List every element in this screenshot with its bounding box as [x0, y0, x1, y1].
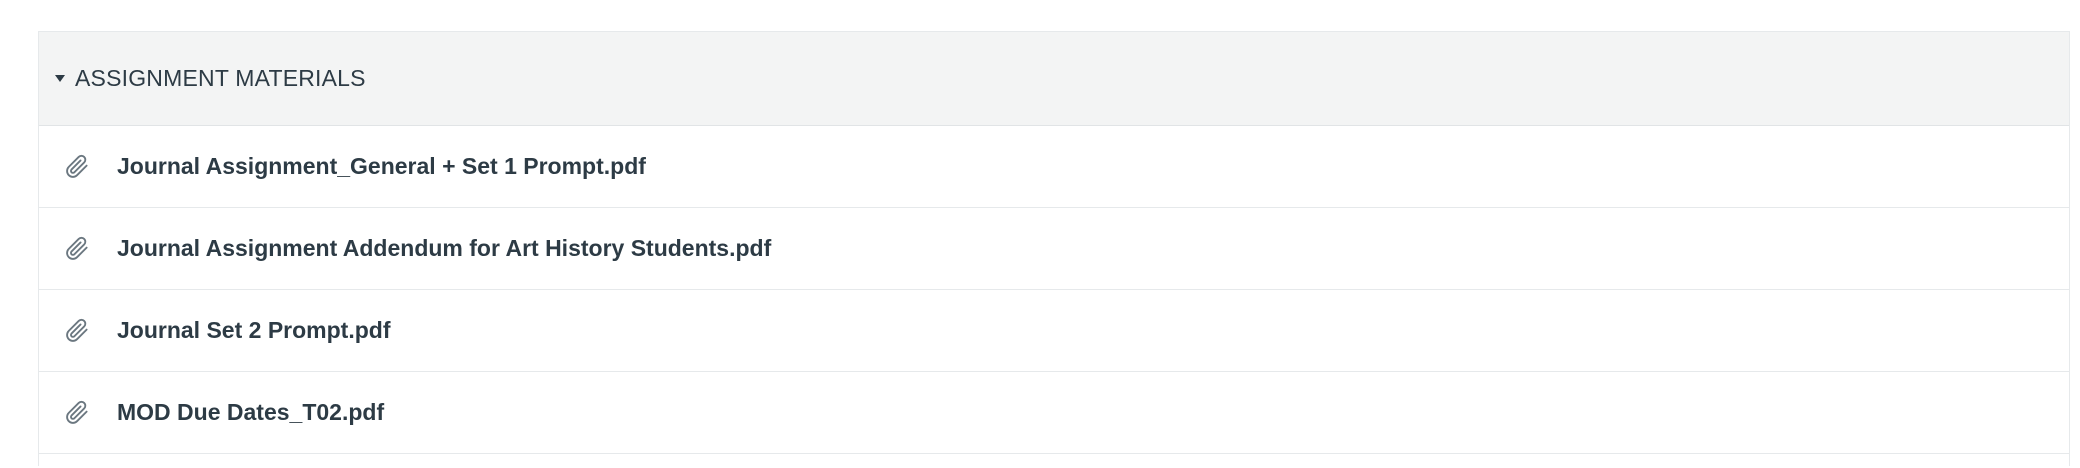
- module-item-link[interactable]: Journal Assignment Addendum for Art Hist…: [117, 235, 771, 262]
- caret-down-icon[interactable]: [55, 75, 65, 82]
- paperclip-icon: [63, 398, 93, 428]
- module-item-mod-due-dates[interactable]: MOD Due Dates_T02.pdf: [39, 372, 2069, 454]
- module-item-link[interactable]: MOD Due Dates_T02.pdf: [117, 399, 384, 426]
- module-assignment-materials: ASSIGNMENT MATERIALS Journal Assignment_…: [38, 31, 2070, 466]
- module-item-link[interactable]: Journal Set 2 Prompt.pdf: [117, 317, 390, 344]
- module-item-journal-set-2[interactable]: Journal Set 2 Prompt.pdf: [39, 290, 2069, 372]
- paperclip-icon: [63, 316, 93, 346]
- paperclip-icon: [63, 234, 93, 264]
- module-item-partial: [39, 454, 2069, 466]
- module-title: ASSIGNMENT MATERIALS: [75, 65, 366, 91]
- module-header[interactable]: ASSIGNMENT MATERIALS: [39, 32, 2069, 126]
- module-item-journal-general[interactable]: Journal Assignment_General + Set 1 Promp…: [39, 126, 2069, 208]
- paperclip-icon: [63, 152, 93, 182]
- module-item-link[interactable]: Journal Assignment_General + Set 1 Promp…: [117, 153, 646, 180]
- module-item-journal-addendum[interactable]: Journal Assignment Addendum for Art Hist…: [39, 208, 2069, 290]
